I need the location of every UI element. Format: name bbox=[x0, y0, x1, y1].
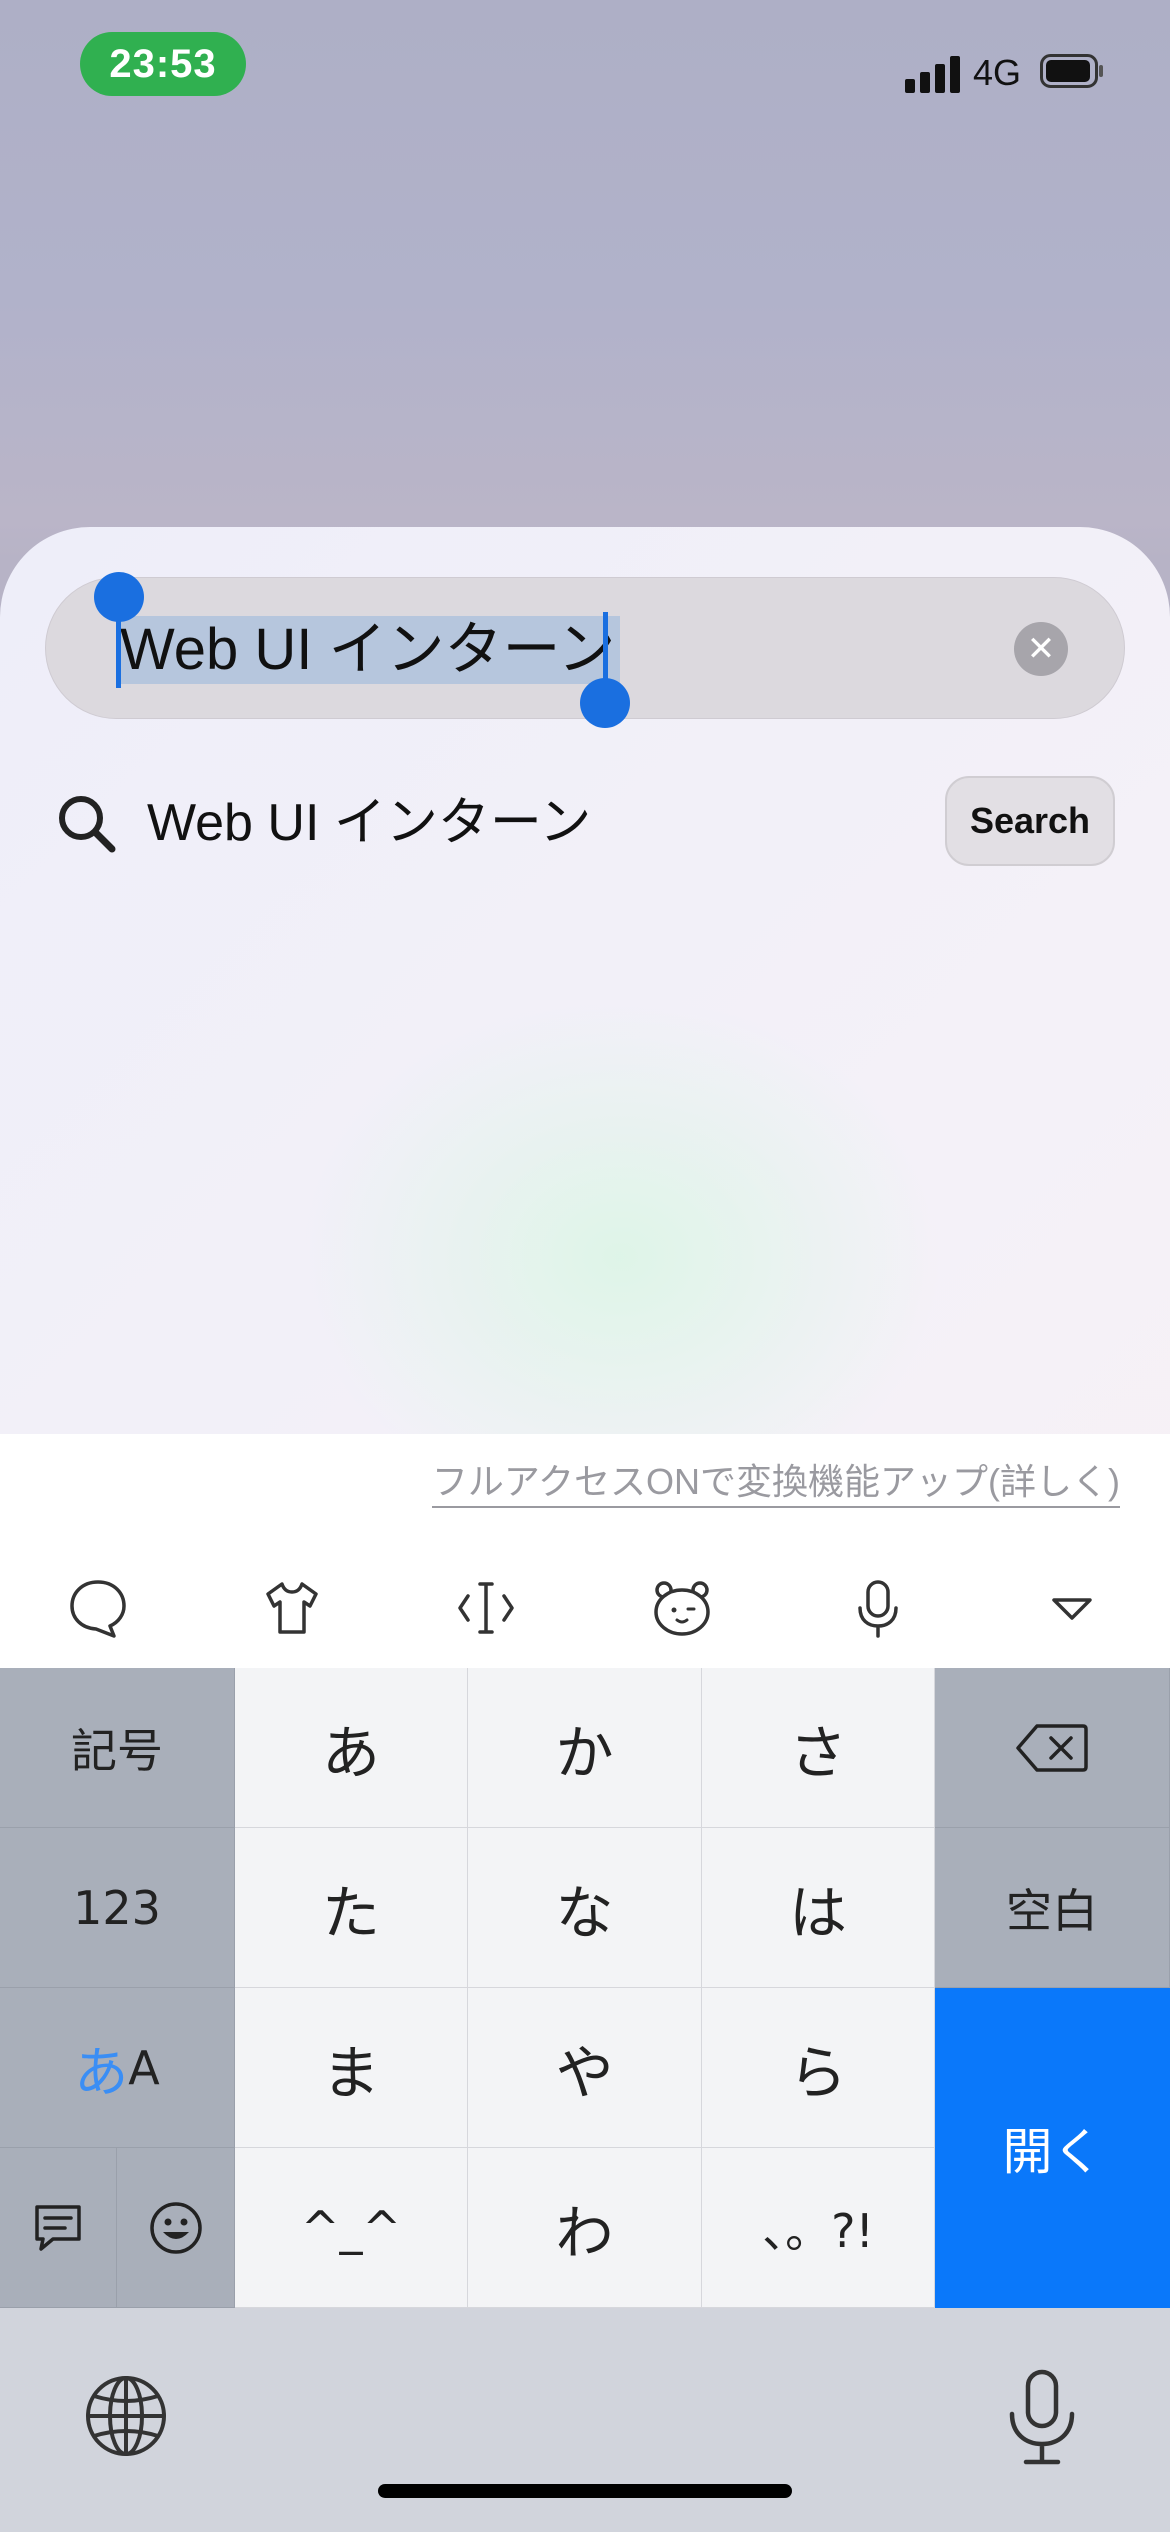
collapse-keyboard-icon[interactable] bbox=[1040, 1576, 1104, 1640]
selection-end-handle[interactable] bbox=[580, 678, 630, 728]
globe-icon[interactable] bbox=[84, 2374, 168, 2458]
selection-start-handle[interactable] bbox=[94, 572, 144, 622]
key-ha[interactable]: は bbox=[702, 1828, 935, 1988]
tshirt-icon[interactable] bbox=[260, 1576, 324, 1640]
key-ma[interactable]: ま bbox=[235, 1988, 468, 2148]
key-ya[interactable]: や bbox=[468, 1988, 702, 2148]
key-kaomoji[interactable]: ^_^ bbox=[235, 2148, 468, 2308]
home-indicator[interactable] bbox=[378, 2484, 792, 2498]
search-suggestion[interactable]: Web UI インターン Search bbox=[55, 772, 1125, 872]
dictation-icon[interactable] bbox=[1004, 2368, 1080, 2468]
key-space[interactable]: 空白 bbox=[935, 1828, 1170, 1988]
suggestion-text: Web UI インターン bbox=[147, 794, 592, 852]
emoji-icon bbox=[149, 2201, 202, 2254]
bear-face-icon[interactable] bbox=[650, 1576, 714, 1640]
chat-bubble-icon[interactable] bbox=[66, 1576, 130, 1640]
keyboard: フルアクセスONで変換機能アップ(詳しく) 記号 あ か さ 123 た な は… bbox=[0, 1434, 1170, 2532]
search-input-text[interactable]: Web UI インターン bbox=[118, 616, 620, 684]
clipboard-key[interactable] bbox=[0, 2148, 117, 2308]
backspace-key[interactable] bbox=[935, 1668, 1170, 1828]
search-icon bbox=[59, 796, 116, 853]
cursor-move-icon[interactable] bbox=[454, 1576, 518, 1640]
key-input-mode[interactable]: あ A bbox=[0, 1988, 235, 2148]
cellular-signal-icon bbox=[905, 55, 961, 93]
selection-start-bar bbox=[116, 612, 121, 688]
emoji-key[interactable] bbox=[117, 2148, 235, 2308]
key-symbols[interactable]: 記号 bbox=[0, 1668, 235, 1828]
mode-latin-label: A bbox=[128, 2040, 160, 2095]
key-a[interactable]: あ bbox=[235, 1668, 468, 1828]
full-access-link[interactable]: フルアクセスONで変換機能アップ(詳しく) bbox=[431, 1458, 1120, 1508]
key-ra[interactable]: ら bbox=[702, 1988, 935, 2148]
status-time: 23:53 bbox=[80, 32, 246, 96]
search-button[interactable]: Search bbox=[945, 776, 1115, 866]
search-input[interactable]: Web UI インターン ✕ bbox=[45, 572, 1125, 728]
key-na[interactable]: な bbox=[468, 1828, 702, 1988]
microphone-icon[interactable] bbox=[846, 1576, 910, 1640]
keyboard-toolbar bbox=[0, 1544, 1170, 1668]
key-sa[interactable]: さ bbox=[702, 1668, 935, 1828]
status-bar: 23:53 4G bbox=[0, 0, 1170, 140]
message-icon bbox=[35, 2204, 81, 2251]
key-wa[interactable]: わ bbox=[468, 2148, 702, 2308]
backspace-icon bbox=[1016, 1723, 1088, 1772]
keyboard-bottom-bar bbox=[0, 2308, 1170, 2532]
mode-kana-label: あ bbox=[74, 2041, 129, 2104]
battery-icon bbox=[1040, 54, 1103, 88]
key-ka[interactable]: か bbox=[468, 1668, 702, 1828]
full-access-notice[interactable]: フルアクセスONで変換機能アップ(詳しく) bbox=[0, 1434, 1170, 1544]
key-punctuation[interactable]: 、。?! bbox=[702, 2148, 935, 2308]
clear-icon[interactable]: ✕ bbox=[1014, 622, 1068, 676]
enter-key[interactable]: 開く bbox=[935, 1988, 1170, 2308]
kana-key-grid: 記号 あ か さ 123 た な は 空白 あ A ま や ら 開く ^_^ わ… bbox=[0, 1668, 1170, 2308]
network-type: 4G bbox=[973, 52, 1022, 93]
key-ta[interactable]: た bbox=[235, 1828, 468, 1988]
selection-end-bar bbox=[603, 612, 608, 688]
key-numbers[interactable]: 123 bbox=[0, 1828, 235, 1988]
